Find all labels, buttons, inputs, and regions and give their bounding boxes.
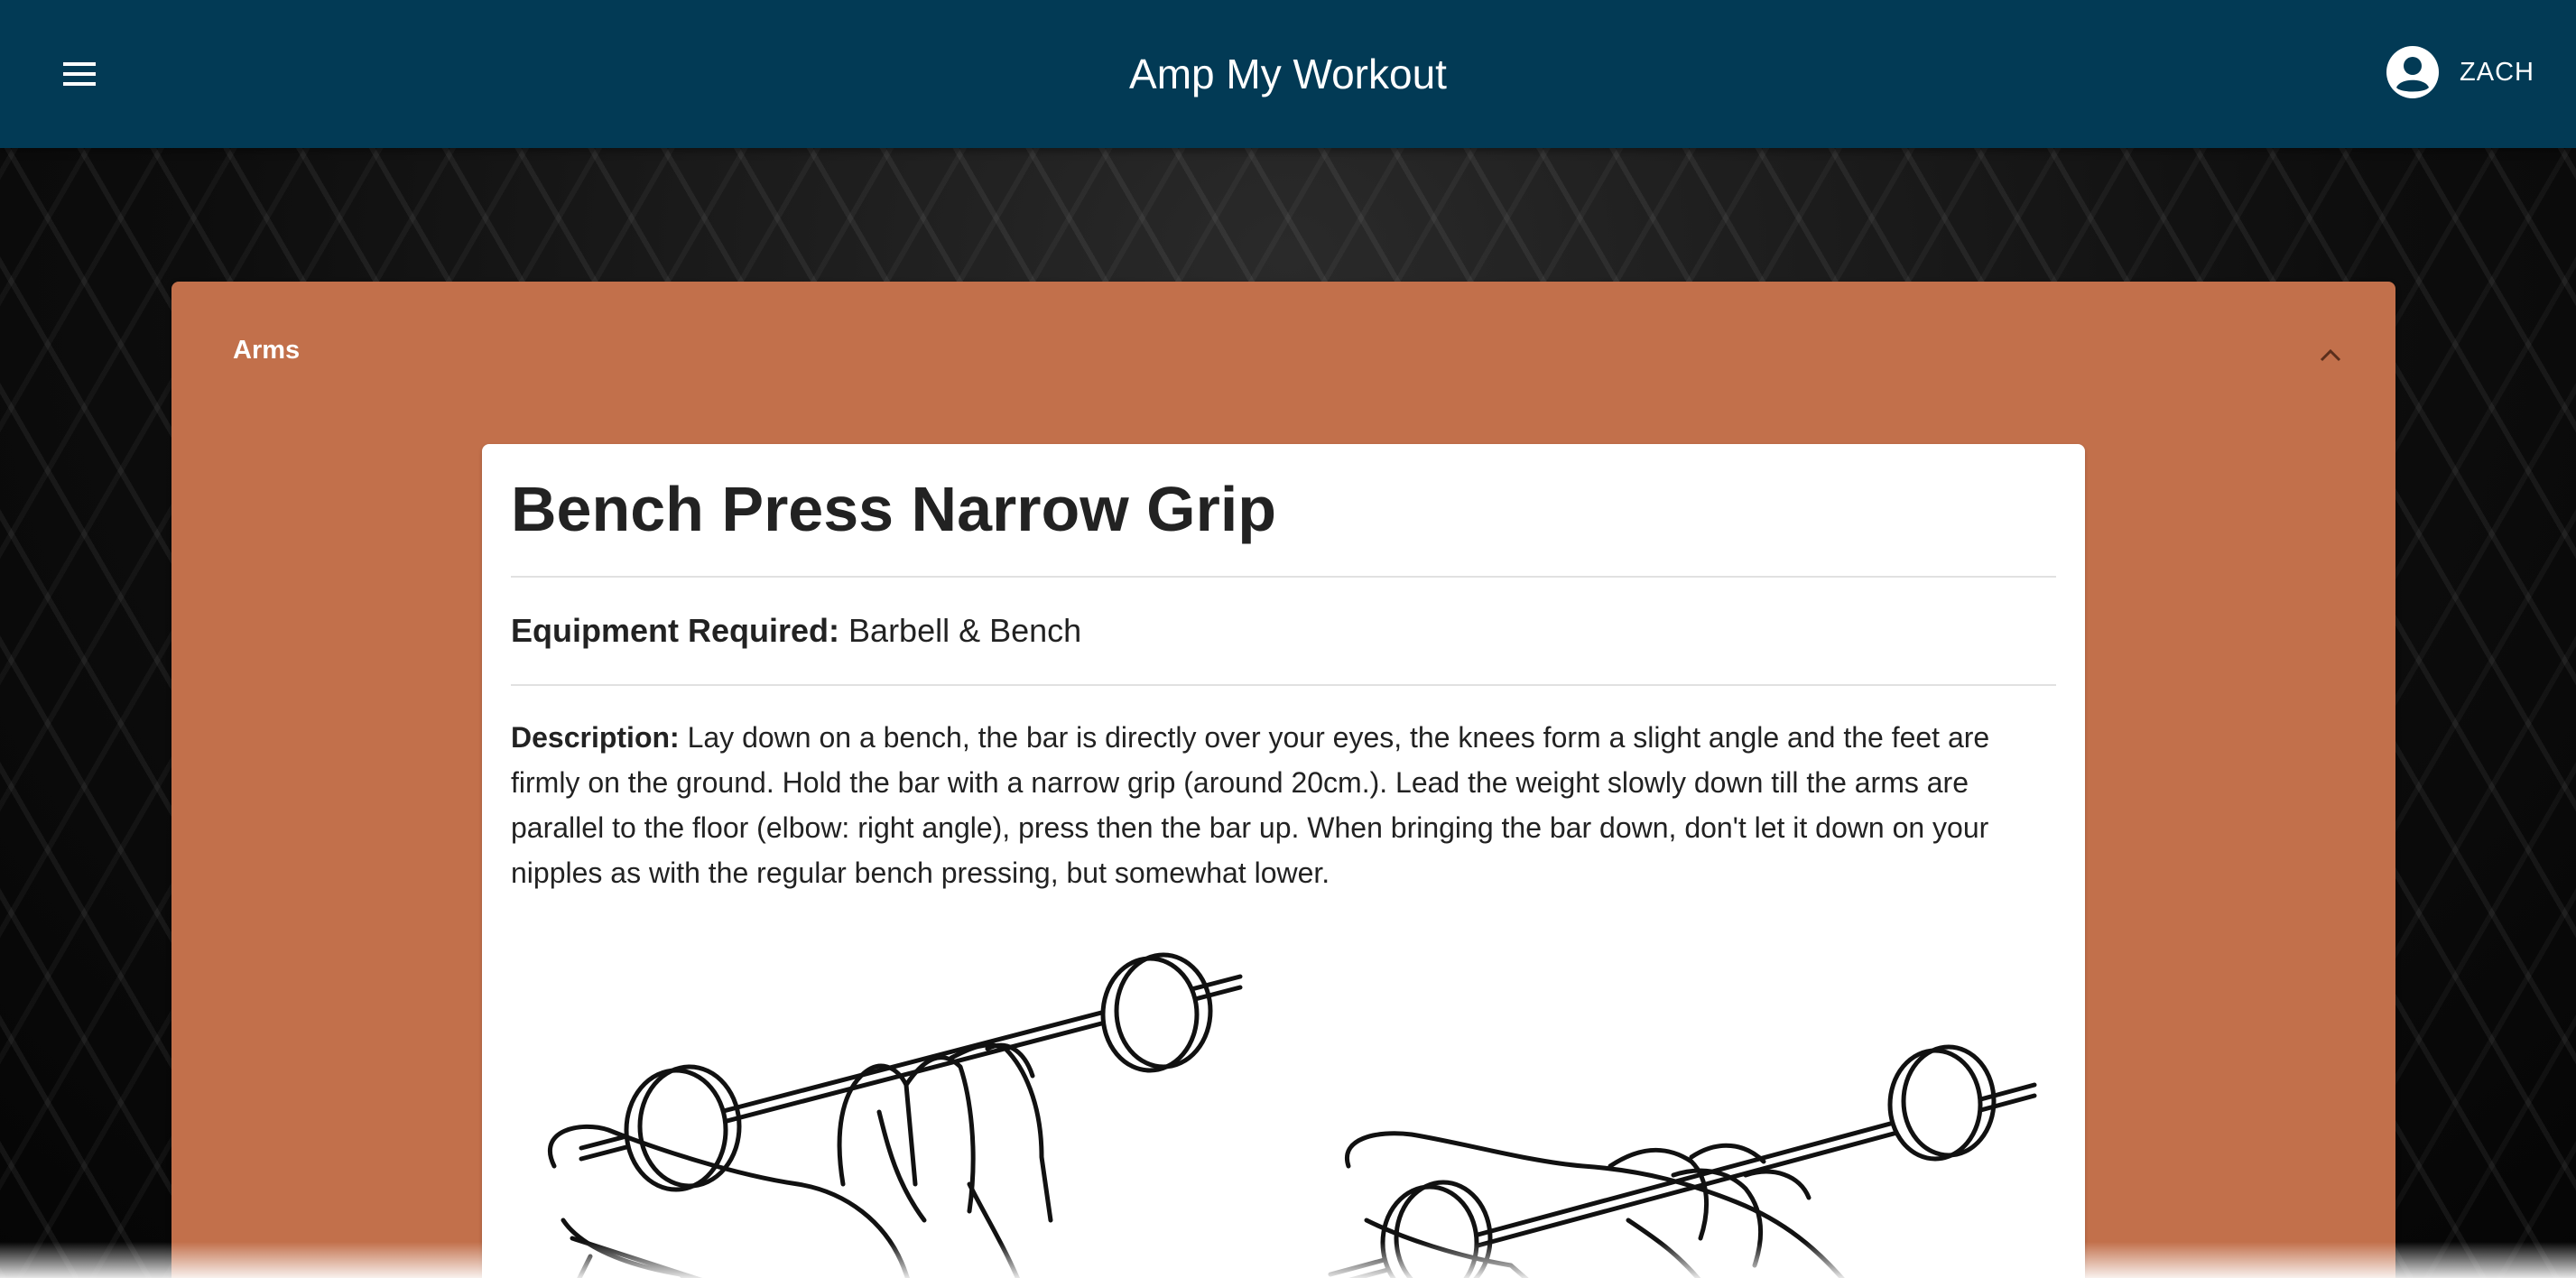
divider — [511, 684, 2056, 686]
category-accordion: Arms Bench Press Narrow Grip Equipment R… — [171, 282, 2395, 1278]
account-circle-icon — [2386, 46, 2440, 98]
category-title: Arms — [233, 336, 301, 365]
user-account-button[interactable]: ZACH — [2386, 43, 2534, 101]
user-name: ZACH — [2460, 57, 2534, 87]
description-text: Lay down on a bench, the bar is directly… — [511, 721, 1990, 889]
exercise-card: Bench Press Narrow Grip Equipment Requir… — [482, 444, 2085, 1278]
equipment-label: Equipment Required: — [511, 612, 840, 649]
description-label: Description: — [511, 721, 680, 754]
exercise-description: Description: Lay down on a bench, the ba… — [511, 715, 2056, 895]
app-title: Amp My Workout — [1129, 51, 1447, 97]
equipment-value: Barbell & Bench — [848, 612, 1082, 649]
exercise-title: Bench Press Narrow Grip — [511, 474, 1277, 544]
accordion-header[interactable]: Arms — [171, 282, 2395, 426]
divider — [511, 576, 2056, 578]
app-bar: Amp My Workout ZACH — [0, 0, 2576, 148]
bench-press-end-illustration — [1328, 1044, 2037, 1278]
chevron-up-icon[interactable] — [2316, 341, 2345, 370]
equipment-info: Equipment Required: Barbell & Bench — [511, 610, 1081, 652]
bench-press-start-illustration — [547, 952, 1243, 1278]
